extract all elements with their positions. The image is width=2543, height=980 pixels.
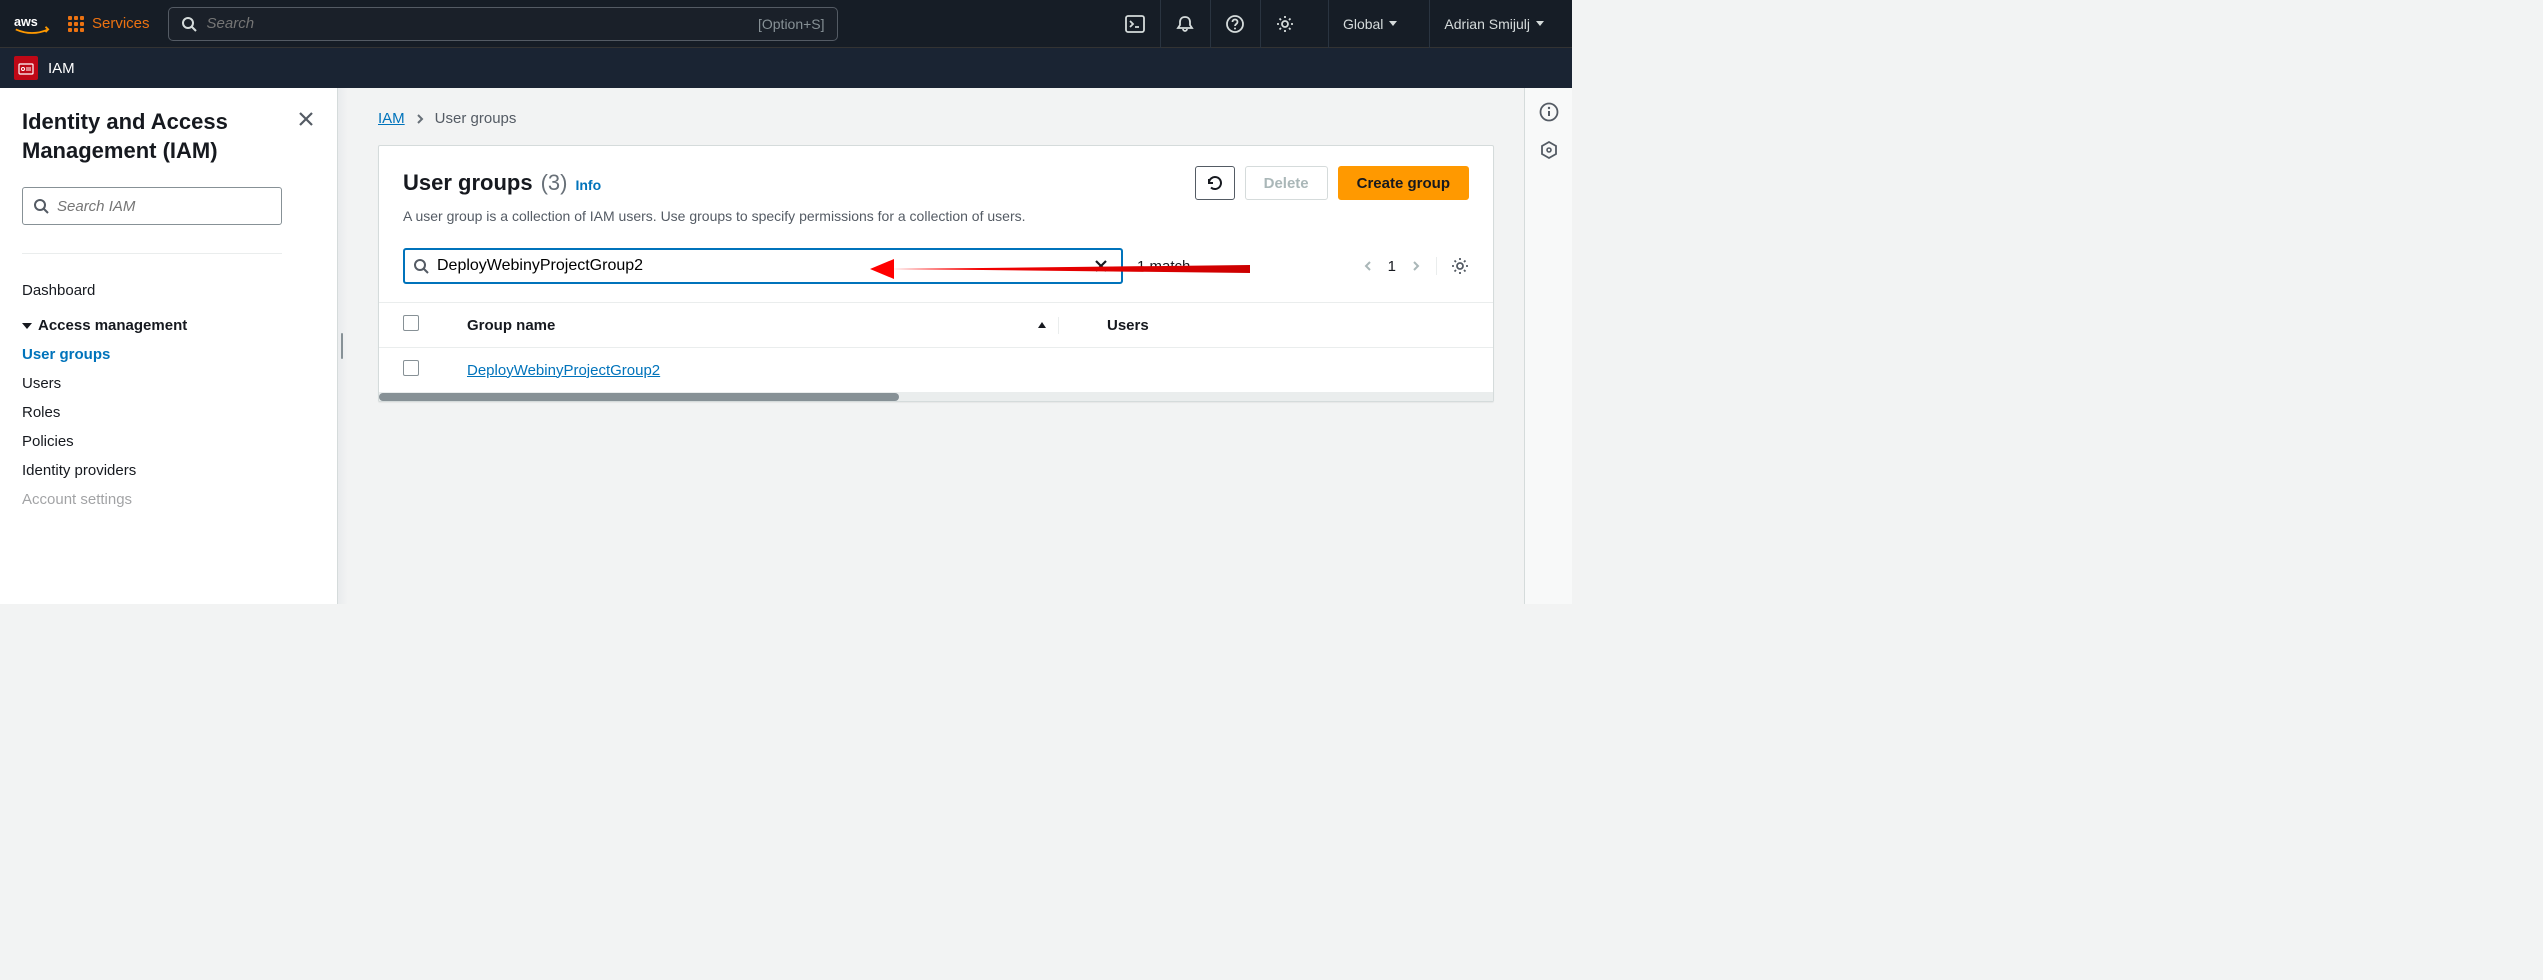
global-search-input[interactable]: [207, 15, 748, 32]
diagnostic-button[interactable]: [1539, 140, 1559, 160]
global-search[interactable]: [Option+S]: [168, 7, 838, 41]
info-panel-button[interactable]: [1539, 102, 1559, 122]
filter-input[interactable]: [437, 257, 1081, 275]
sidebar-section-access-management[interactable]: Access management: [22, 307, 315, 340]
right-help-rail: [1524, 88, 1572, 604]
sidebar-resize-handle[interactable]: [338, 88, 348, 604]
breadcrumb-root[interactable]: IAM: [378, 110, 405, 127]
column-label: Group name: [467, 317, 555, 334]
filter-input-wrapper: [403, 248, 1123, 284]
user-groups-table: Group name Users DeployWebinyProjectGrou…: [379, 302, 1493, 393]
settings-button[interactable]: [1260, 0, 1310, 48]
sidebar-item-account-settings[interactable]: Account settings: [22, 485, 315, 514]
column-header-group-name[interactable]: Group name: [443, 303, 1083, 348]
next-page-button[interactable]: [1410, 258, 1422, 274]
sidebar: Identity and Access Management (IAM) Das…: [0, 88, 338, 604]
search-icon: [33, 198, 49, 214]
services-label: Services: [92, 15, 150, 32]
close-sidebar-button[interactable]: [297, 110, 315, 128]
search-icon: [413, 258, 429, 274]
gear-icon: [1276, 15, 1294, 33]
sort-asc-icon: [1036, 319, 1048, 331]
info-link[interactable]: Info: [575, 177, 601, 193]
sidebar-item-user-groups[interactable]: User groups: [22, 340, 315, 369]
search-shortcut-hint: [Option+S]: [758, 16, 825, 32]
horizontal-scrollbar[interactable]: [379, 393, 1493, 401]
create-group-button[interactable]: Create group: [1338, 166, 1469, 200]
section-label: Access management: [38, 317, 187, 334]
notifications-button[interactable]: [1160, 0, 1210, 48]
main-content: IAM User groups User groups (3) Info: [348, 88, 1524, 604]
panel-title-text: User groups: [403, 170, 533, 196]
help-button[interactable]: [1210, 0, 1260, 48]
page-number: 1: [1388, 258, 1396, 275]
region-selector[interactable]: Global: [1328, 0, 1411, 48]
service-bar: IAM: [0, 48, 1572, 88]
close-icon: [297, 110, 315, 128]
account-label: Adrian Smijulj: [1444, 16, 1530, 32]
caret-down-icon: [1389, 21, 1397, 26]
sidebar-search-input[interactable]: [57, 198, 271, 215]
help-icon: [1226, 15, 1244, 33]
panel-title: User groups (3) Info: [403, 170, 601, 196]
row-checkbox[interactable]: [403, 360, 419, 376]
cloudshell-icon: [1125, 15, 1145, 33]
table-row: DeployWebinyProjectGroup2: [379, 348, 1493, 393]
sidebar-title: Identity and Access Management (IAM): [22, 108, 315, 165]
aws-logo[interactable]: aws: [14, 13, 50, 35]
hexagon-icon: [1539, 140, 1559, 160]
sidebar-item-roles[interactable]: Roles: [22, 398, 315, 427]
bell-icon: [1176, 15, 1194, 33]
caret-down-icon: [1536, 21, 1544, 26]
panel-count: (3): [541, 170, 568, 196]
sidebar-item-dashboard[interactable]: Dashboard: [22, 274, 315, 307]
region-label: Global: [1343, 16, 1383, 32]
gear-icon: [1451, 257, 1469, 275]
info-icon: [1539, 102, 1559, 122]
match-count: 1 match: [1137, 258, 1190, 275]
iam-service-icon: [14, 56, 38, 80]
close-icon: [1093, 258, 1109, 274]
table-settings-button[interactable]: [1436, 257, 1469, 275]
top-nav: aws Services [Option+S]: [0, 0, 1572, 48]
panel-description: A user group is a collection of IAM user…: [403, 208, 1469, 224]
user-groups-panel: User groups (3) Info Delete Create group: [378, 145, 1494, 402]
chevron-right-icon: [1410, 258, 1422, 274]
cloudshell-button[interactable]: [1110, 0, 1160, 48]
clear-filter-button[interactable]: [1089, 254, 1113, 278]
search-icon: [181, 16, 197, 32]
select-all-checkbox[interactable]: [403, 315, 419, 331]
chevron-right-icon: [415, 112, 425, 126]
column-label: Users: [1107, 317, 1149, 334]
breadcrumb: IAM User groups: [378, 110, 1494, 127]
sidebar-item-policies[interactable]: Policies: [22, 427, 315, 456]
sidebar-item-users[interactable]: Users: [22, 369, 315, 398]
sidebar-search[interactable]: [22, 187, 282, 225]
delete-button[interactable]: Delete: [1245, 166, 1328, 200]
svg-text:aws: aws: [14, 14, 38, 28]
pagination: 1: [1362, 257, 1469, 275]
refresh-icon: [1206, 174, 1224, 192]
prev-page-button[interactable]: [1362, 258, 1374, 274]
users-cell: [1083, 348, 1493, 393]
column-header-users[interactable]: Users: [1083, 303, 1493, 348]
divider: [22, 253, 282, 254]
services-menu-button[interactable]: Services: [68, 15, 150, 32]
triangle-down-icon: [22, 323, 32, 329]
service-name[interactable]: IAM: [48, 60, 75, 77]
sidebar-item-identity-providers[interactable]: Identity providers: [22, 456, 315, 485]
breadcrumb-current: User groups: [435, 110, 517, 127]
chevron-left-icon: [1362, 258, 1374, 274]
grid-icon: [68, 16, 84, 32]
refresh-button[interactable]: [1195, 166, 1235, 200]
account-menu[interactable]: Adrian Smijulj: [1429, 0, 1558, 48]
group-name-link[interactable]: DeployWebinyProjectGroup2: [467, 362, 660, 379]
